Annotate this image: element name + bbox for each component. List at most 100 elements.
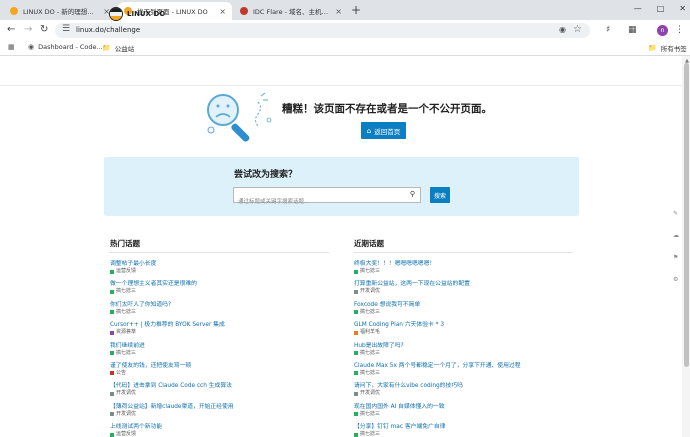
- topic-category[interactable]: 搞七捻三: [354, 268, 584, 275]
- topic-category[interactable]: 福利羊毛: [354, 329, 584, 336]
- hot-topics-list: 调整帖子最小长度 运营反馈 做一个理想主义者其实还是很难的 搞七捻三 你们太吓人了你知道…: [110, 260, 340, 437]
- topic-row[interactable]: 你们太吓人了你知道吗? 搞七捻三: [110, 301, 340, 321]
- topic-title-link[interactable]: 做一个理想主义者其实还是很难的: [110, 280, 340, 288]
- close-window-icon[interactable]: ✕: [679, 2, 686, 16]
- bookmark-star-icon[interactable]: ☆: [573, 24, 582, 35]
- topic-title-link[interactable]: 【分享】钉钉 mac 客户端免广自律: [354, 423, 584, 431]
- topic-title-link[interactable]: 现在国内国外 AI 自媒体懂入的一致: [354, 403, 584, 411]
- topic-category[interactable]: 资源荟萃: [110, 329, 340, 336]
- search-icon[interactable]: ⚲: [410, 190, 415, 198]
- topic-title-link[interactable]: 打算重新公益站，这两一下现在公益站的配置: [354, 280, 584, 288]
- address-bar[interactable]: ☰ linux.do/challenge ◉ ☆: [55, 23, 590, 38]
- tab-linuxdo-home[interactable]: LINUX DO - 新的理想型社区 ×: [4, 2, 116, 20]
- topic-category[interactable]: 开发调优: [110, 411, 340, 418]
- category-color-icon: [110, 330, 114, 335]
- topic-title-link[interactable]: 你们太吓人了你知道吗?: [110, 301, 340, 309]
- all-bookmarks-folder[interactable]: 📁 所有书签: [648, 43, 687, 53]
- category-color-icon: [354, 310, 358, 315]
- google-lens-icon[interactable]: ◉: [559, 25, 566, 34]
- topic-title-link[interactable]: Foxcode 想说我可不简单: [354, 301, 584, 309]
- topic-category[interactable]: 运营反馈: [110, 431, 340, 437]
- topic-title-link[interactable]: 我们继续前进: [110, 342, 340, 350]
- topic-category[interactable]: 运营反馈: [110, 268, 340, 275]
- reload-icon[interactable]: ↻: [40, 24, 48, 36]
- category-label: 搞七捻三: [116, 349, 137, 356]
- topic-category[interactable]: 搞七捻三: [110, 288, 340, 295]
- topic-row[interactable]: 谨了使友的钱，还把使友骂一顿 公告: [110, 362, 340, 382]
- topic-row[interactable]: 我们继续前进 搞七捻三: [110, 342, 340, 362]
- topic-title-link[interactable]: GLM Coding Plan 六天体验卡 * 3: [354, 321, 584, 329]
- apps-grid-icon[interactable]: ▦: [8, 43, 15, 51]
- tab-title: IDC Flare - 域名、主机等信息分享: [253, 8, 329, 16]
- maximize-icon[interactable]: □: [657, 2, 665, 16]
- category-label: 运营反馈: [116, 431, 137, 437]
- topic-title-link[interactable]: Hub是出故障了吗?: [354, 342, 584, 350]
- topic-category[interactable]: 搞七捻三: [354, 431, 584, 437]
- scrollbar-thumb[interactable]: [684, 63, 689, 367]
- topic-category[interactable]: 开发调优: [354, 390, 584, 397]
- topic-title-link[interactable]: 请问下，大家有什么vibe coding的技巧吗: [354, 382, 584, 390]
- topic-category[interactable]: 开发调优: [354, 288, 584, 295]
- topic-category[interactable]: 开发调优: [110, 390, 340, 397]
- bookmark-folder-public[interactable]: 📁 公益站: [102, 43, 134, 53]
- topic-title-link[interactable]: Claude Max 5x 两个号都稳定一个月了，分享下开通、使用过程: [354, 362, 584, 370]
- bookmark-dashboard[interactable]: ◉ Dashboard - Code...: [28, 43, 103, 51]
- topic-row[interactable]: 打算重新公益站，这两一下现在公益站的配置 开发调优: [354, 280, 584, 300]
- side-action-icon[interactable]: ☁: [673, 232, 679, 239]
- category-color-icon: [354, 412, 358, 417]
- tab-idc-flare[interactable]: IDC Flare - 域名、主机等信息分享 ×: [234, 2, 348, 20]
- topic-row[interactable]: Hub是出故障了吗? 搞七捻三: [354, 342, 584, 362]
- profile-avatar[interactable]: n: [657, 25, 668, 36]
- topic-category[interactable]: 搞七捻三: [110, 309, 340, 316]
- category-color-icon: [110, 432, 114, 437]
- topic-category[interactable]: 搞七捻三: [354, 350, 584, 357]
- side-action-icon[interactable]: ⚑: [673, 254, 678, 261]
- topic-row[interactable]: 请问下，大家有什么vibe coding的技巧吗 开发调优: [354, 382, 584, 402]
- search-field[interactable]: ⚲: [233, 187, 421, 209]
- menu-dots-icon[interactable]: ⋮: [675, 25, 684, 35]
- topic-row[interactable]: 【分享】钉钉 mac 客户端免广自律 搞七捻三: [354, 423, 584, 437]
- site-info-icon[interactable]: ☰: [62, 24, 70, 34]
- topic-title-link[interactable]: 调整帖子最小长度: [110, 260, 340, 268]
- topic-row[interactable]: Foxcode 想说我可不简单 搞七捻三: [354, 301, 584, 321]
- extensions-icon[interactable]: ♯: [606, 25, 610, 35]
- side-action-icon[interactable]: ⚙: [673, 276, 678, 283]
- forward-arrow-icon[interactable]: →: [24, 24, 32, 36]
- topic-title-link[interactable]: 谨了使友的钱，还把使友骂一顿: [110, 362, 340, 370]
- tab-close-icon[interactable]: ×: [335, 7, 342, 16]
- topic-row[interactable]: Claude Max 5x 两个号都稳定一个月了，分享下开通、使用过程 搞七捻三: [354, 362, 584, 382]
- topic-row[interactable]: 【薄荷公益站】新增claude渠道，开始正经使用 开发调优: [110, 403, 340, 423]
- search-button[interactable]: 搜索: [430, 187, 450, 203]
- new-tab-button[interactable]: +: [351, 3, 361, 17]
- minimize-icon[interactable]: —: [634, 2, 642, 16]
- topic-title-link[interactable]: 【代码】进击拿到 Claude Code cch 生成算法: [110, 382, 340, 390]
- topic-title-link[interactable]: 终极大奖！！！嗯嗯嗯嗯嗯嗯！: [354, 260, 584, 268]
- side-action-icon[interactable]: ✎: [673, 210, 678, 217]
- topic-title-link[interactable]: 上线测试两个新功能: [110, 423, 340, 431]
- topic-title-link[interactable]: 【薄荷公益站】新增claude渠道，开始正经使用: [110, 403, 340, 411]
- sidebar-icon[interactable]: ▦: [628, 25, 637, 35]
- topic-category[interactable]: 搞七捻三: [354, 411, 584, 418]
- topic-row[interactable]: 【代码】进击拿到 Claude Code cch 生成算法 开发调优: [110, 382, 340, 402]
- topic-row[interactable]: 做一个理想主义者其实还是很难的 搞七捻三: [110, 280, 340, 300]
- topic-row[interactable]: 上线测试两个新功能 运营反馈: [110, 423, 340, 437]
- site-name[interactable]: LINUX DO: [127, 10, 165, 18]
- topic-title-link[interactable]: Cursor++ | 极力推荐的 BYOK Server 集成: [110, 321, 340, 329]
- search-input[interactable]: [234, 195, 399, 209]
- topic-row[interactable]: 调整帖子最小长度 运营反馈: [110, 260, 340, 280]
- topic-category[interactable]: 搞七捻三: [110, 350, 340, 357]
- topic-category[interactable]: 搞七捻三: [354, 370, 584, 377]
- topic-category[interactable]: 搞七捻三: [354, 309, 584, 316]
- folder-icon: 📁: [102, 44, 111, 52]
- topic-row[interactable]: 现在国内国外 AI 自媒体懂入的一致 搞七捻三: [354, 403, 584, 423]
- back-arrow-icon[interactable]: ←: [7, 24, 15, 36]
- topic-row[interactable]: 终极大奖！！！嗯嗯嗯嗯嗯嗯！ 搞七捻三: [354, 260, 584, 280]
- tab-close-icon[interactable]: ×: [219, 7, 226, 16]
- url-text[interactable]: linux.do/challenge: [76, 26, 140, 34]
- topic-row[interactable]: GLM Coding Plan 六天体验卡 * 3 福利羊毛: [354, 321, 584, 341]
- topic-row[interactable]: Cursor++ | 极力推荐的 BYOK Server 集成 资源荟萃: [110, 321, 340, 341]
- category-label: 搞七捻三: [360, 268, 381, 274]
- linuxdo-logo-icon[interactable]: [109, 7, 123, 21]
- back-home-button[interactable]: ⌂ 返回首页: [361, 122, 406, 139]
- topic-category[interactable]: 公告: [110, 370, 340, 377]
